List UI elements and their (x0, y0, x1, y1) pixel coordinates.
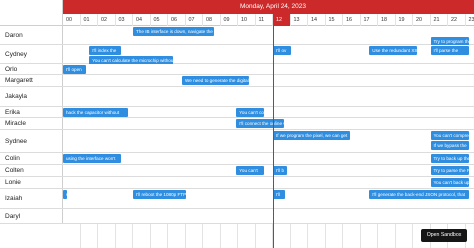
resource-row: Colin using the interface won't Try to bac… (0, 153, 474, 165)
hour-label-13: 13 (291, 14, 308, 26)
event-bar[interactable]: Use the redundant XSS (369, 46, 417, 55)
resource-row: Daryl (0, 209, 474, 224)
hour-label-00: 00 (63, 14, 81, 26)
hour-label-19: 19 (396, 14, 413, 26)
event-bar[interactable]: I'll ov (273, 46, 291, 55)
event-bar[interactable]: The IB interface is down, navigate the s… (133, 27, 214, 36)
resource-row: Erika hack the capacitor without You can't… (0, 107, 474, 118)
hour-label-16: 16 (343, 14, 361, 26)
event-bar[interactable]: You can't copy (236, 108, 265, 117)
hour-label-14: 14 (308, 14, 326, 26)
hour-label-10: 10 (238, 14, 256, 26)
event-bar[interactable]: I'll reboot the 1080p FTP (133, 190, 186, 199)
resource-row: Daron The IB interface is down, navigate … (0, 26, 474, 46)
hour-label-05: 05 (151, 14, 168, 26)
hour-label-06: 06 (168, 14, 186, 26)
event-bar[interactable]: Try to back up the XML (430, 154, 469, 163)
hour-label-18: 18 (378, 14, 396, 26)
hour-label-11: 11 (256, 14, 273, 26)
event-bar[interactable]: We need to generate the digital JSON (182, 76, 249, 85)
resource-name: Jakayla (0, 87, 63, 106)
event-bar[interactable]: You can't compress the (430, 131, 469, 140)
resource-name: Izaiah (0, 189, 63, 208)
event-bar[interactable]: You can't (236, 166, 265, 175)
scheduler: Monday, April 24, 2023 00 01 02 03 04 05 06 07 0… (0, 0, 474, 248)
event-bar[interactable]: I'll parse the (430, 46, 469, 55)
corner-cell (0, 0, 63, 26)
hour-label-07: 07 (186, 14, 203, 26)
hour-label-08: 08 (203, 14, 221, 26)
resource-name: Daryl (0, 209, 63, 223)
event-bar[interactable]: I'll generate the back-end JSON protocol… (369, 190, 469, 199)
event-bar[interactable]: I'll connect the online GB (236, 119, 284, 128)
hour-label-20: 20 (413, 14, 431, 26)
resource-row: Izaiahs I'll reboot the 1080p FTP I'll I'll… (0, 189, 474, 209)
resource-name: Miracle (0, 118, 63, 129)
hour-label-12: 12 (273, 14, 291, 26)
resource-row: Orlo I'll open (0, 64, 474, 75)
resource-name: Sydnee (0, 130, 63, 152)
resource-name: Margarett (0, 75, 63, 86)
resource-row: Miracle I'll connect the online GB (0, 118, 474, 130)
resource-name: Lonie (0, 177, 63, 188)
event-bar[interactable]: You can't back up the (430, 178, 469, 187)
resource-row: Jakayla (0, 87, 474, 107)
hour-label-03: 03 (116, 14, 133, 26)
event-bar[interactable]: If we bypass the (430, 140, 469, 150)
hour-label-02: 02 (98, 14, 116, 26)
resource-name: Orlo (0, 64, 63, 74)
hour-label-09: 09 (221, 14, 238, 26)
event-bar[interactable]: using the interface won't (63, 154, 121, 163)
hour-label-22: 22 (448, 14, 466, 26)
resource-lane[interactable] (63, 75, 474, 86)
hour-label-04: 04 (133, 14, 151, 26)
event-bar[interactable]: I'll b (273, 166, 287, 175)
event-bar[interactable]: If we program the pixel, we can get (273, 131, 350, 140)
event-bar[interactable]: Try to parse the PCI protocol (430, 166, 469, 175)
event-bar[interactable]: I'll open (63, 65, 86, 74)
resource-lane[interactable] (63, 130, 474, 152)
resource-row: Lonie You can't back up the (0, 177, 474, 189)
event-bar[interactable]: I'll index the (89, 46, 121, 55)
resource-name: Colin (0, 153, 63, 164)
open-sandbox-button[interactable]: Open Sandbox (421, 229, 467, 242)
resource-lane[interactable] (63, 177, 474, 188)
resource-row: Cydney I'll index the I'll ov Use the redun… (0, 45, 474, 65)
hour-label-23: 23 (466, 14, 474, 26)
hour-label-01: 01 (81, 14, 98, 26)
hour-label-17: 17 (361, 14, 378, 26)
resource-lane[interactable] (63, 64, 474, 74)
event-bar[interactable]: s (63, 190, 67, 199)
resource-name: Daron (0, 26, 63, 44)
resource-name: Erika (0, 107, 63, 117)
resource-lane[interactable] (63, 165, 474, 176)
event-bar[interactable]: I'll (273, 190, 286, 199)
resource-row: Colten You can't I'll b Try to parse the PC… (0, 165, 474, 177)
resource-lane[interactable] (63, 153, 474, 164)
date-header[interactable]: Monday, April 24, 2023 (63, 0, 474, 14)
resource-name: Colten (0, 165, 63, 176)
resource-lane[interactable] (63, 26, 474, 44)
resource-lane[interactable] (63, 209, 474, 223)
resource-row: Margarett We need to generate the digital… (0, 75, 474, 87)
resource-name: Cydney (0, 45, 63, 63)
event-bar[interactable]: hack the capacitor without (63, 108, 128, 117)
hour-label-21: 21 (431, 14, 448, 26)
resource-row: Sydnee If we program the pixel, we can ge… (0, 130, 474, 153)
current-time-line (273, 14, 274, 248)
hour-label-15: 15 (326, 14, 343, 26)
resource-lane[interactable] (63, 87, 474, 106)
